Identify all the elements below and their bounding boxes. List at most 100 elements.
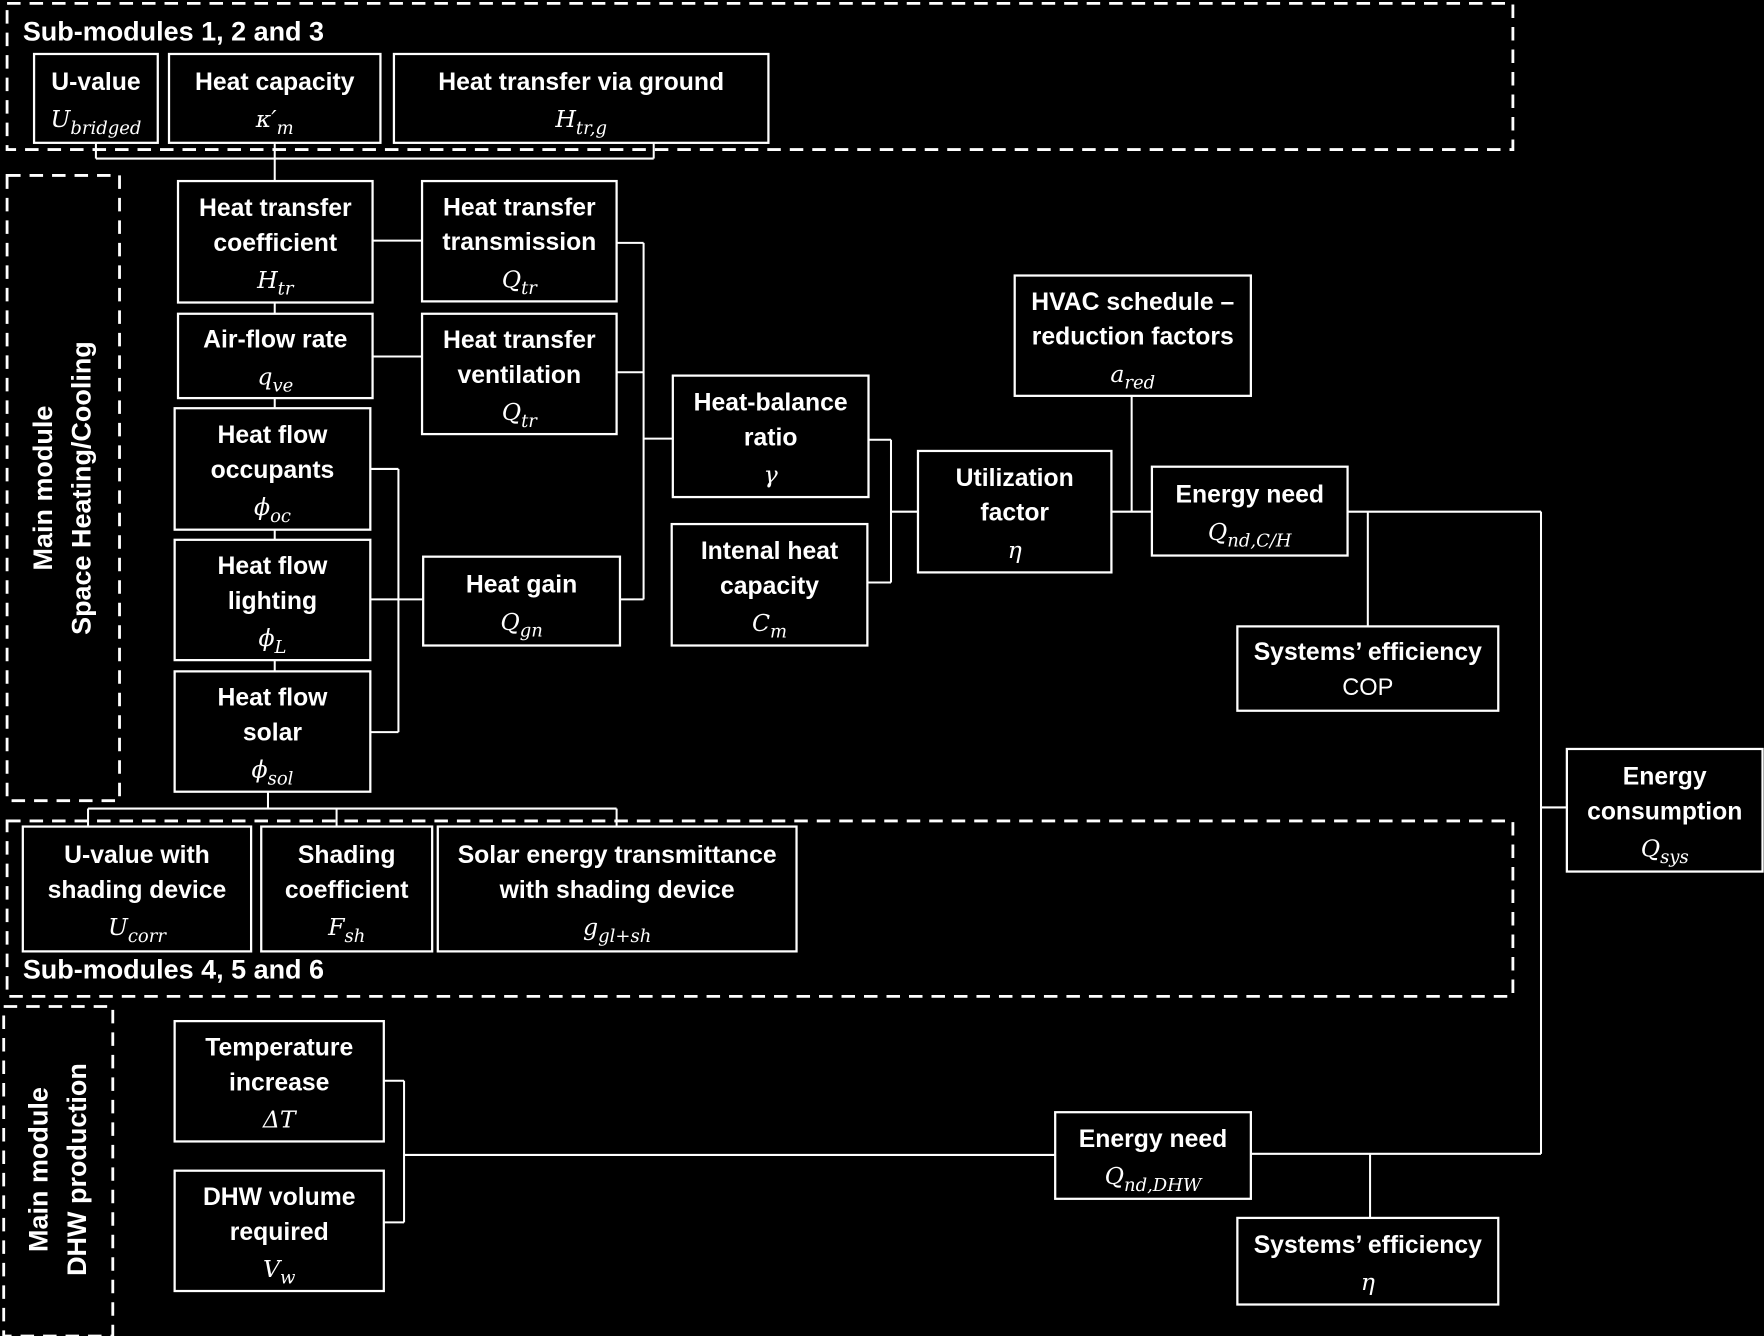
box-label: Energy need	[1176, 482, 1324, 509]
symbol-base: H	[256, 266, 278, 294]
module-label: Main module	[24, 1087, 54, 1252]
symbol-subscript: tr	[521, 278, 538, 299]
symbol-base: η	[1361, 1268, 1375, 1296]
symbol-base: Q	[502, 265, 521, 293]
box-heat-transfer-transmission: Heat transfer transmission Qtr	[420, 179, 618, 303]
symbol-base: H	[554, 105, 576, 133]
symbol-base: ΔT	[262, 1105, 298, 1133]
box-label: Solar energy transmittance	[458, 842, 777, 869]
symbol-base: Q	[500, 608, 519, 636]
module-label: Main module	[28, 406, 58, 571]
symbol-base: U	[108, 913, 129, 941]
symbol-subscript: red	[1124, 373, 1155, 394]
box-systems-efficiency-cop: Systems’ efficiency COP	[1236, 625, 1500, 712]
module-label: Sub-modules 1, 2 and 3	[23, 16, 324, 46]
symbol-subscript: gl+sh	[598, 926, 651, 947]
box-label: reduction factors	[1032, 324, 1234, 351]
box-symbol: γ	[764, 460, 779, 488]
box-label: with shading device	[499, 877, 735, 904]
symbol-base: ϕ	[258, 624, 274, 652]
symbol-subscript: w	[280, 1268, 296, 1289]
box-dhw-volume: DHW volumerequiredVw	[173, 1169, 385, 1293]
box-label: transmission	[442, 229, 596, 256]
symbol-base: γ	[764, 460, 779, 488]
box-label: shading device	[48, 877, 227, 904]
box-label: ratio	[744, 424, 798, 451]
box-heat-flow-occupants: Heat flow occupants ϕoc	[173, 407, 372, 531]
box-label: factor	[980, 500, 1049, 527]
symbol-base: g	[583, 913, 598, 941]
symbol-subscript: tr,g	[576, 118, 607, 139]
box-temperature-increase: Temperature increase ΔT	[173, 1019, 385, 1143]
box-label: capacity	[720, 573, 819, 600]
box-label: Air-flow rate	[203, 326, 347, 353]
box-heat-flow-solar: Heat flow solar ϕsol	[173, 670, 372, 793]
module-group-main_sh: Main module Space Heating/Cooling	[5, 174, 121, 803]
symbol-subscript: tr	[521, 411, 538, 432]
symbol-subscript: sol	[268, 768, 294, 789]
symbol-base: COP	[1342, 675, 1393, 701]
symbol-subscript: sh	[344, 926, 365, 947]
symbol-base: F	[327, 913, 346, 941]
symbol-subscript: tr	[278, 279, 295, 300]
symbol-base: κ′	[255, 105, 277, 133]
module-label: DHW production	[62, 1063, 92, 1276]
dashed-border	[2, 1005, 115, 1336]
box-label: HVAC schedule –	[1031, 289, 1234, 316]
module-group-main_dhw: Main module DHW production	[2, 1005, 115, 1336]
symbol-base: η	[1008, 536, 1022, 564]
symbol-subscript: oc	[270, 506, 291, 527]
box-label: required	[230, 1219, 329, 1246]
box-label: Systems’ efficiency	[1254, 639, 1482, 666]
box-label: Heat transfer via ground	[438, 69, 724, 96]
box-heat-capacity: Heat capacity κ′m	[167, 52, 382, 144]
box-u-value: U-value Ubridged	[32, 52, 159, 144]
box-energy-need-ch: Energy need Qnd,C/H	[1150, 465, 1349, 557]
box-label: lighting	[228, 588, 317, 615]
symbol-subscript: gn	[520, 621, 543, 642]
symbol-subscript: nd,DHW	[1124, 1175, 1203, 1196]
symbol-base: Q	[1641, 834, 1660, 862]
box-systems-efficiency-dhw: Systems’ efficiency η	[1236, 1216, 1500, 1306]
symbol-base: U	[50, 105, 71, 133]
box-label: consumption	[1587, 798, 1742, 825]
symbol-subscript: ve	[272, 375, 293, 396]
box-label: Systems’ efficiency	[1254, 1232, 1482, 1259]
symbol-subscript: m	[277, 118, 294, 139]
dashed-border	[5, 174, 121, 803]
box-label: Utilization	[956, 465, 1074, 492]
box-label: Heat transfer	[443, 194, 596, 221]
symbol-subscript: L	[274, 637, 287, 658]
box-label: Intenal heat	[701, 538, 838, 565]
box-heat-balance-ratio: Heat-balance ratio γ	[671, 374, 870, 499]
box-label: Energy	[1623, 763, 1707, 790]
box-label: Heat flow	[218, 685, 329, 712]
symbol-subscript: nd,C/H	[1227, 531, 1292, 552]
box-label: occupants	[211, 457, 335, 484]
box-symbol: COP	[1342, 675, 1393, 701]
box-label: U-value	[51, 69, 140, 96]
box-hvac-schedule: HVAC schedule – reduction factors ared	[1013, 274, 1252, 397]
box-label: Temperature	[205, 1034, 353, 1061]
box-label: coefficient	[285, 877, 409, 904]
symbol-base: Q	[502, 398, 521, 426]
box-energy-need-dhw: Energy need Qnd,DHW	[1054, 1111, 1252, 1200]
symbol-base: ϕ	[252, 756, 268, 784]
box-solar-energy-transmittance: Solar energy transmittance with shading d…	[436, 825, 798, 953]
module-label: Space Heating/Cooling	[66, 341, 96, 635]
symbol-subscript: sys	[1660, 847, 1689, 868]
box-heat-transfer-coefficient: Heat transfer coefficient Htr	[176, 179, 374, 304]
box-air-flow-rate: Air-flow rate qve	[176, 312, 374, 400]
box-heat-flow-lighting: Heat flow lighting ϕL	[173, 538, 372, 662]
box-heat-gain: Heat gain Qgn	[422, 555, 622, 647]
box-heat-transfer-ground: Heat transfer via ground Htr,g	[392, 52, 770, 144]
symbol-base: ϕ	[254, 493, 270, 521]
box-label: Heat transfer	[443, 327, 596, 354]
box-heat-transfer-ventilation: Heat transfer ventilation Qtr	[420, 312, 618, 436]
box-energy-consumption: Energy consumption Qsys	[1565, 747, 1764, 873]
symbol-subscript: bridged	[70, 118, 141, 139]
box-label: Energy need	[1079, 1126, 1227, 1153]
box-label: coefficient	[213, 230, 337, 257]
box-u-value-shading: U-value with shading device Ucorr	[21, 825, 253, 953]
box-label: Heat capacity	[195, 69, 355, 96]
